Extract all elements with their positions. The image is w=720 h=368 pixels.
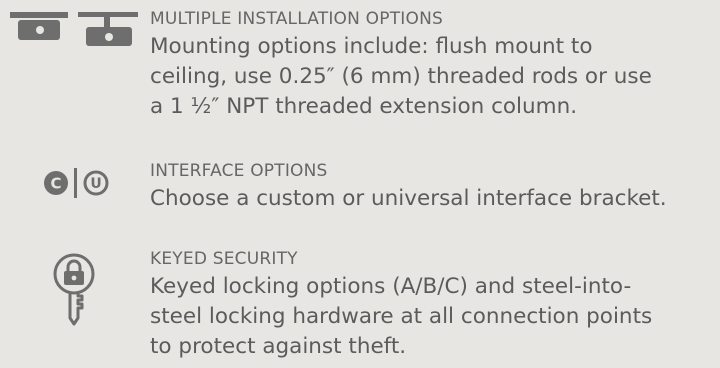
description-line: ceiling, use 0.25″ (6 mm) threaded rods … bbox=[150, 64, 652, 89]
universal-letter: U bbox=[90, 176, 101, 192]
feature-title: INTERFACE OPTIONS bbox=[150, 161, 328, 181]
feature-text: INTERFACE OPTIONS Choose a custom or uni… bbox=[150, 160, 720, 214]
feature-text: KEYED SECURITY Keyed locking options (A/… bbox=[150, 248, 720, 362]
feature-description: Mounting options include: flush mount to… bbox=[150, 32, 720, 122]
feature-interface-options: C U INTERFACE OPTIONS Choose a custom or… bbox=[0, 160, 720, 220]
feature-keyed-security: KEYED SECURITY Keyed locking options (A/… bbox=[0, 248, 720, 368]
description-line: a 1 ½″ NPT threaded extension column. bbox=[150, 94, 578, 119]
description-line: steel locking hardware at all connection… bbox=[150, 304, 653, 329]
ceiling-mount-icon bbox=[8, 8, 140, 48]
custom-universal-interface-icon: C U bbox=[42, 166, 118, 200]
feature-title: MULTIPLE INSTALLATION OPTIONS bbox=[150, 9, 443, 29]
description-line: Keyed locking options (A/B/C) and steel-… bbox=[150, 274, 632, 299]
feature-description: Choose a custom or universal interface b… bbox=[150, 184, 720, 214]
feature-text: MULTIPLE INSTALLATION OPTIONS Mounting o… bbox=[150, 8, 720, 122]
custom-letter: C bbox=[50, 175, 61, 193]
feature-installation-options: MULTIPLE INSTALLATION OPTIONS Mounting o… bbox=[0, 0, 720, 130]
description-line: Choose a custom or universal interface b… bbox=[150, 186, 667, 211]
description-line: Mounting options include: flush mount to bbox=[150, 34, 593, 59]
description-line: to protect against theft. bbox=[150, 334, 407, 359]
feature-description: Keyed locking options (A/B/C) and steel-… bbox=[150, 272, 720, 362]
feature-title: KEYED SECURITY bbox=[150, 249, 298, 269]
key-lock-icon bbox=[50, 252, 98, 328]
